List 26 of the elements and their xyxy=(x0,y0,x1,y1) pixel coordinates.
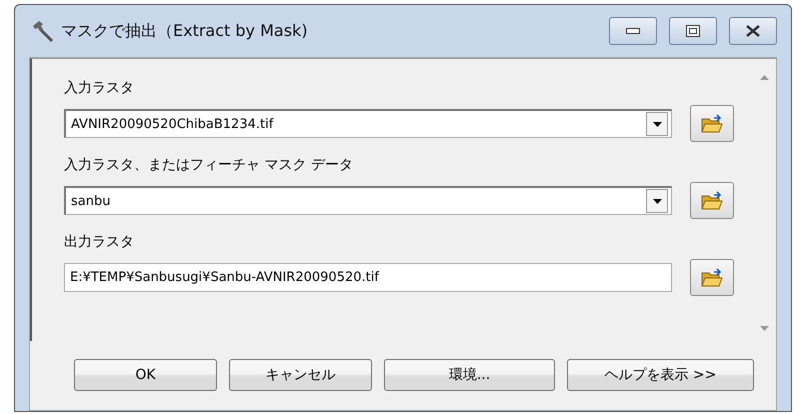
dialog-button[interactable]: 環境... xyxy=(384,359,555,391)
close-button[interactable] xyxy=(729,17,777,45)
folder-icon xyxy=(701,190,723,210)
dropdown-arrow-icon[interactable] xyxy=(652,122,662,126)
hammer-icon xyxy=(31,19,55,43)
dropdown-field[interactable]: sanbu xyxy=(64,186,672,215)
minimize-button[interactable] xyxy=(609,17,657,45)
dropdown-arrow-icon[interactable] xyxy=(652,198,662,204)
minimize-icon xyxy=(626,28,640,34)
browse-button[interactable] xyxy=(690,105,734,142)
folder-icon xyxy=(701,114,723,134)
folder-icon xyxy=(701,268,723,288)
field-label: 出力ラスタ xyxy=(64,233,135,251)
dialog-button[interactable]: ヘルプを表示 >> xyxy=(567,359,754,391)
browse-button[interactable] xyxy=(690,259,734,296)
dropdown-field[interactable]: AVNIR20090520ChibaB1234.tif xyxy=(64,109,672,138)
input-field[interactable]: E:¥TEMP¥Sanbusugi¥Sanbu-AVNIR20090520.tif xyxy=(64,263,672,292)
dialog-button[interactable]: OK xyxy=(74,359,217,391)
field-label: 入力ラスタ、またはフィーチャ マスク データ xyxy=(64,156,354,174)
maximize-icon xyxy=(686,25,700,37)
close-icon xyxy=(746,25,760,37)
maximize-button[interactable] xyxy=(669,17,717,45)
field-label: 入力ラスタ xyxy=(64,79,135,97)
window-title: マスクで抽出（Extract by Mask) xyxy=(61,20,309,42)
browse-button[interactable] xyxy=(690,182,734,219)
dialog-button[interactable]: キャンセル xyxy=(229,359,372,391)
